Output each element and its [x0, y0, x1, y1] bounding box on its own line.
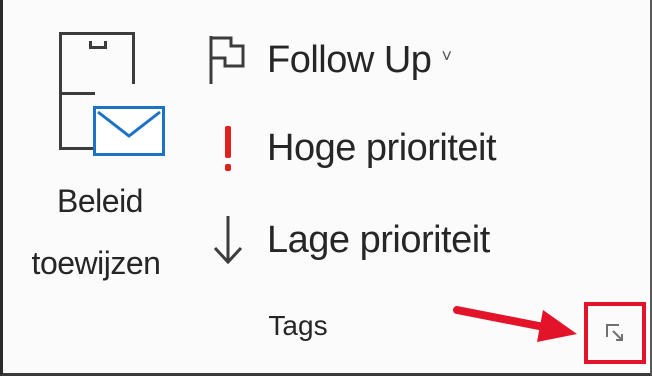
low-importance-arrow-icon [203, 212, 253, 268]
red-arrow-icon [453, 306, 577, 342]
assign-policy-label: Beleid toewijzen [11, 170, 189, 294]
group-label-tags: Tags [268, 310, 328, 341]
envelope-icon [93, 106, 165, 156]
chevron-down-icon[interactable]: ˅ [441, 46, 452, 67]
flag-icon [203, 32, 253, 88]
follow-up-label: Follow Up [267, 38, 432, 81]
dialog-launcher-button[interactable] [584, 302, 646, 364]
assign-policy-label-line2: toewijzen [31, 245, 161, 281]
high-importance-icon [203, 120, 253, 176]
high-importance-button[interactable]: Hoge prioriteit [203, 118, 497, 178]
follow-up-button[interactable]: Follow Up ˅ [203, 30, 452, 90]
low-importance-label: Lage prioriteit [267, 218, 490, 261]
low-importance-button[interactable]: Lage prioriteit [203, 210, 490, 270]
tags-ribbon-group: Beleid toewijzen Follow Up ˅ Hoge priori… [0, 0, 652, 376]
assign-policy-label-line1: Beleid [57, 183, 143, 219]
high-importance-label: Hoge prioriteit [267, 126, 497, 169]
assign-policy-button[interactable]: Beleid toewijzen [11, 20, 189, 281]
dialog-launcher-icon [605, 323, 625, 343]
